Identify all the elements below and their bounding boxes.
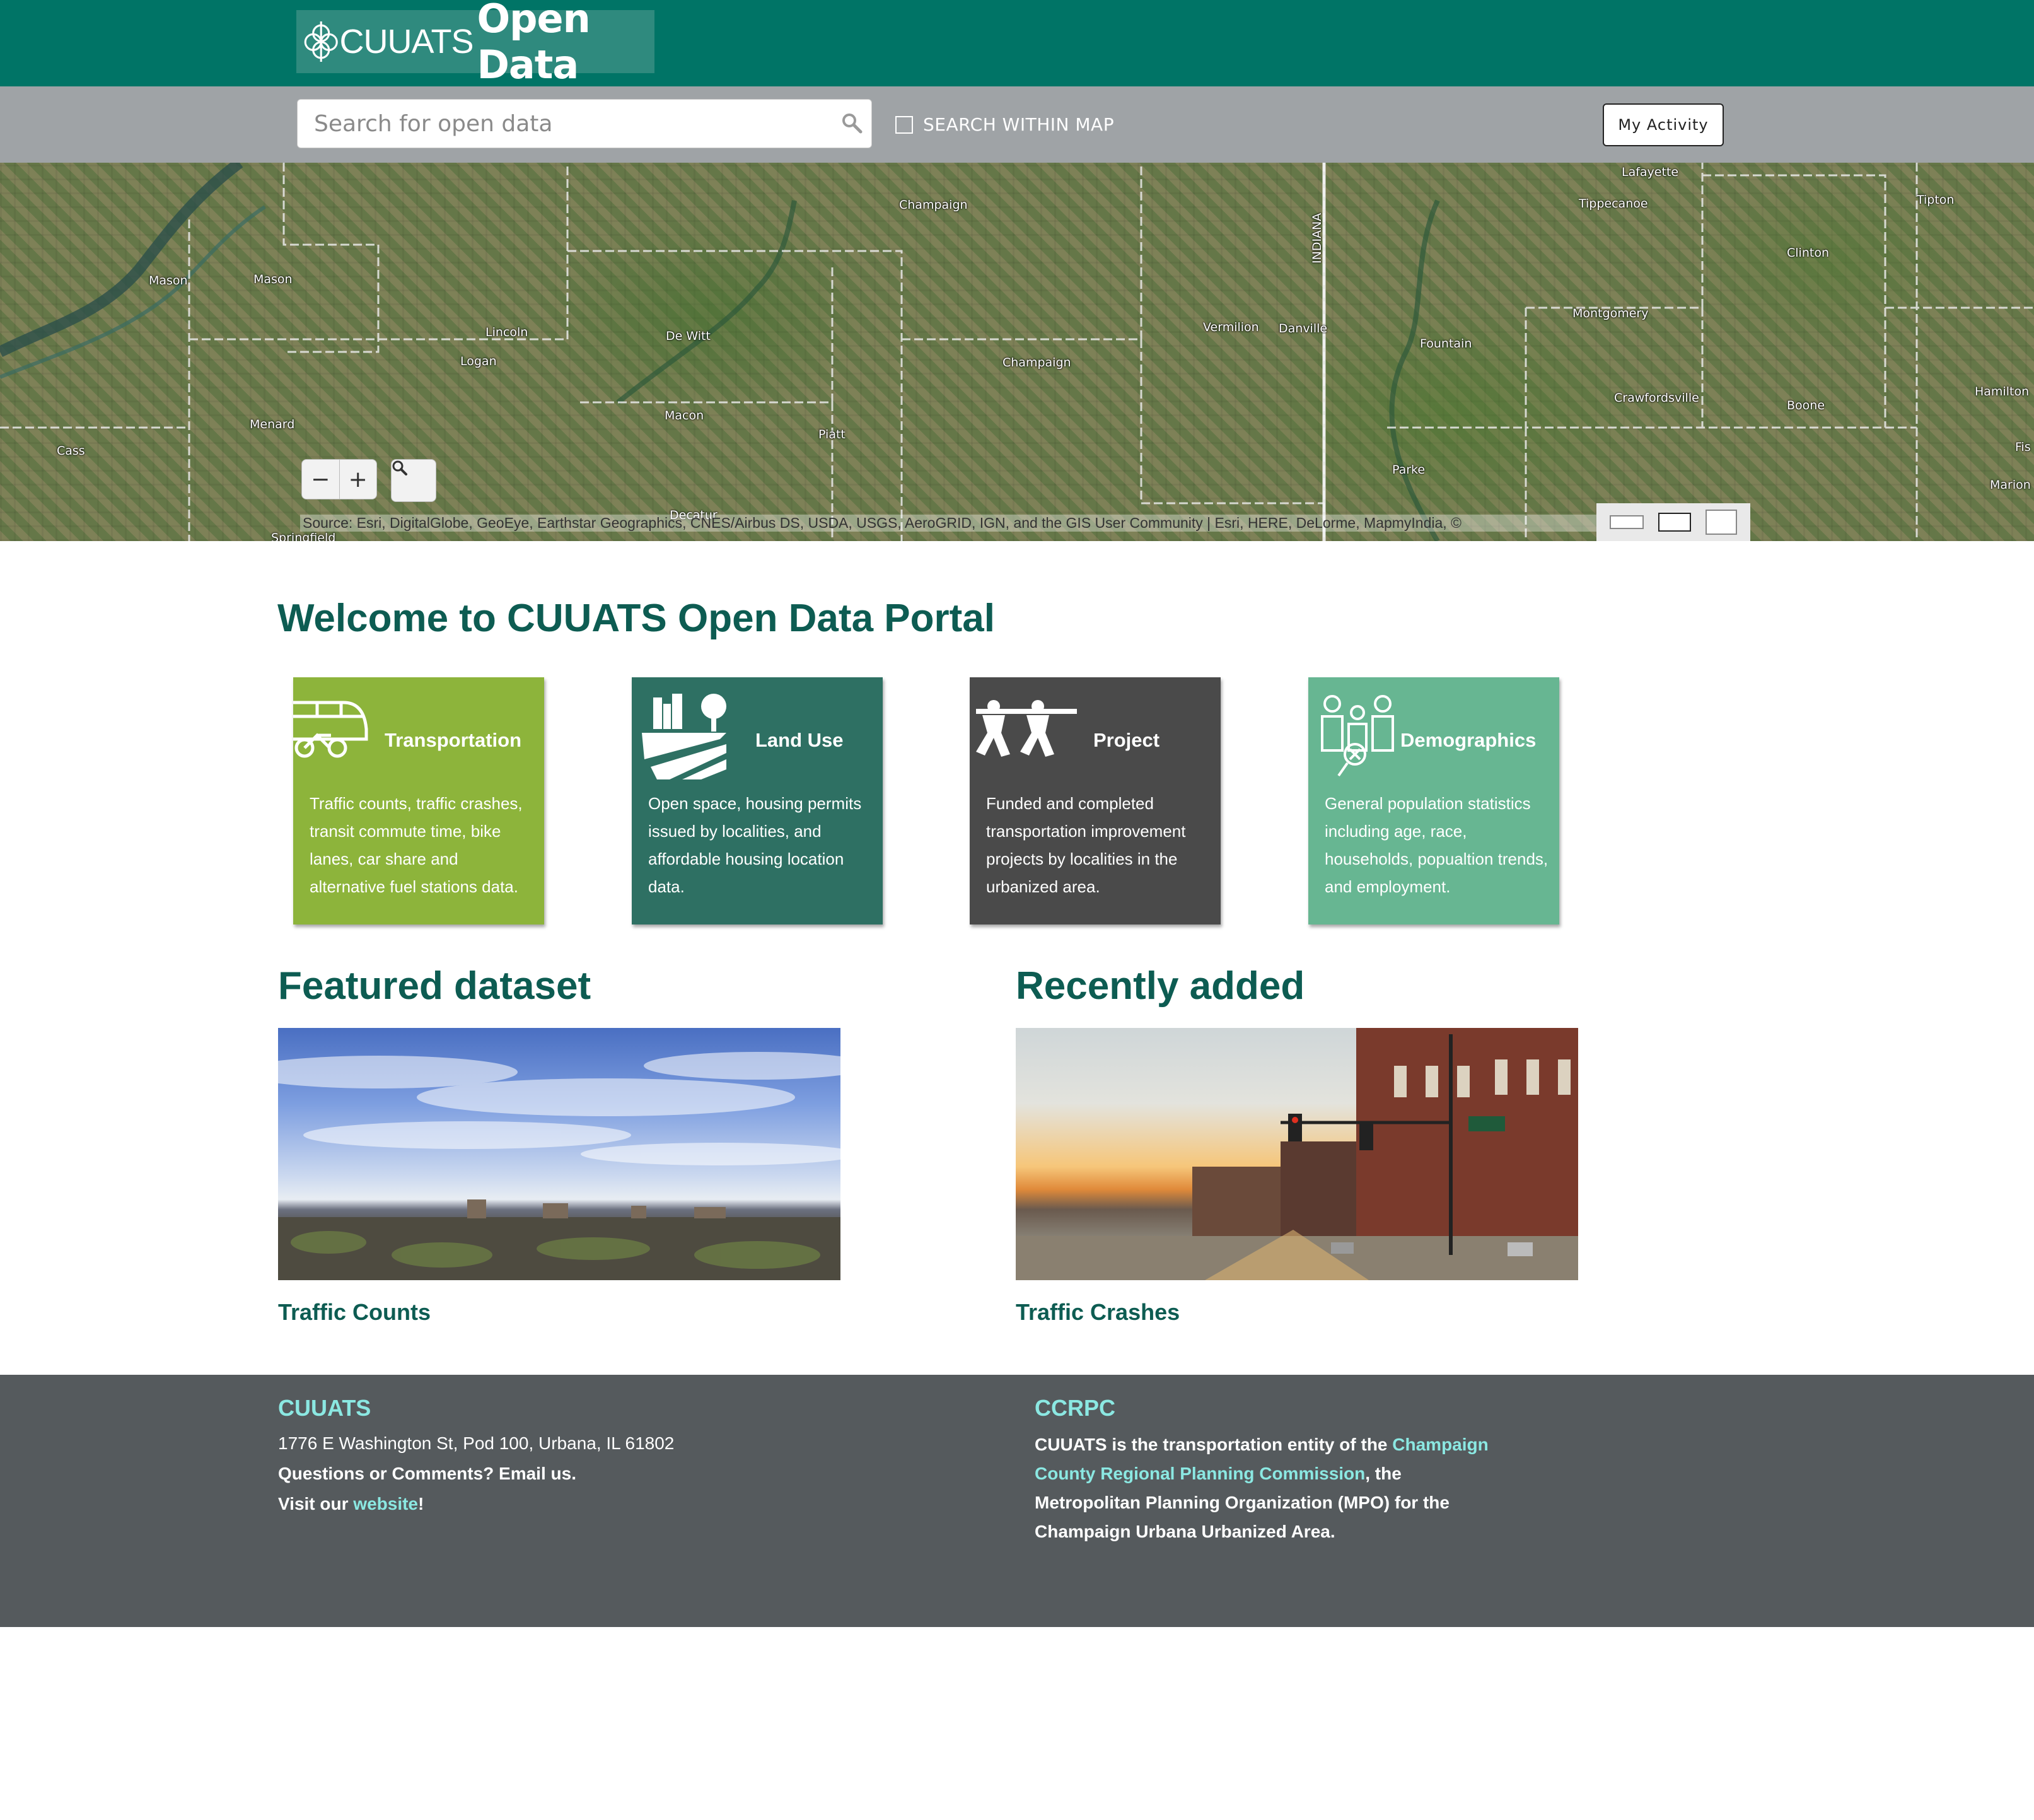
map-label: Springfield — [271, 531, 336, 541]
footer-ccrpc-line-2: County Regional Planning Commission, the — [1035, 1459, 1402, 1488]
people-icon — [1321, 695, 1394, 777]
featured-dataset-image[interactable] — [278, 1028, 840, 1280]
map-label: Hamilton — [1975, 385, 2030, 399]
search-box — [297, 99, 872, 148]
search-input[interactable] — [298, 110, 815, 137]
map-label: Parke — [1392, 463, 1426, 477]
category-description: Open space, housing permits issued by lo… — [648, 794, 862, 896]
footer-visit-suffix: ! — [418, 1494, 424, 1514]
map-label: Boone — [1787, 399, 1825, 412]
map-search-button[interactable] — [391, 459, 436, 502]
zoom-in-button[interactable]: + — [339, 460, 377, 499]
map-label: Champaign — [899, 198, 968, 212]
map-label: Cass — [57, 444, 85, 458]
map-label: Fis — [2015, 440, 2031, 454]
category-title: Transportation — [385, 729, 522, 751]
map-label: Marion — [1990, 478, 2031, 492]
category-title: Land Use — [755, 729, 844, 751]
footer-cuuats-heading: CUUATS — [278, 1395, 371, 1421]
map-label: Fountain — [1420, 337, 1472, 351]
featured-dataset-heading: Featured dataset — [278, 964, 591, 1008]
search-within-map-toggle[interactable]: SEARCH WITHIN MAP — [895, 114, 1114, 135]
map-label: Macon — [665, 409, 704, 423]
map-label: Crawfordsville — [1614, 391, 1699, 405]
map-label: Tipton — [1917, 193, 1955, 207]
footer-ccrpc-line-3: Metropolitan Planning Organization (MPO)… — [1035, 1493, 1450, 1512]
category-card-demographics[interactable]: Demographics General population statisti… — [1308, 677, 1559, 925]
downtown-street-photo — [1016, 1028, 1578, 1280]
map-label: Champaign — [1002, 356, 1071, 370]
category-description: Traffic counts, traffic crashes, transit… — [310, 794, 523, 896]
footer-ccrpc-text: CUUATS is the transportation entity of t… — [1035, 1435, 1393, 1454]
map-label: INDIANA — [1310, 213, 1324, 264]
map-label: Lafayette — [1622, 165, 1679, 179]
map-label: Menard — [250, 417, 295, 431]
map-label: Mason — [149, 274, 188, 288]
logo-cuuats-text: CUUATS — [339, 23, 474, 61]
basemap-option-streets[interactable] — [1610, 515, 1644, 529]
footer-ccrpc-line-1: CUUATS is the transportation entity of t… — [1035, 1430, 1489, 1459]
map-label: Danville — [1279, 322, 1328, 335]
ccrpc-link-continued[interactable]: County Regional Planning Commission — [1035, 1464, 1365, 1483]
search-within-map-label: SEARCH WITHIN MAP — [923, 114, 1115, 135]
search-within-map-checkbox[interactable] — [895, 115, 913, 134]
website-link[interactable]: website — [353, 1494, 418, 1514]
workers-icon — [976, 700, 1077, 757]
my-activity-button[interactable]: My Activity — [1603, 103, 1724, 146]
footer-visit-prefix: Visit our — [278, 1494, 354, 1514]
clover-logo-icon — [304, 21, 338, 62]
footer-ccrpc-text: , the — [1365, 1464, 1402, 1483]
recently-added-link[interactable]: Traffic Crashes — [1016, 1299, 1180, 1326]
map-label: Piatt — [818, 428, 846, 441]
map-attribution: Source: Esri, DigitalGlobe, GeoEye, Eart… — [300, 515, 1599, 532]
map-view[interactable]: Lafayette Tippecanoe Tipton Champaign Cl… — [0, 163, 2034, 541]
page-title: Welcome to CUUATS Open Data Portal — [277, 597, 995, 640]
recently-added-heading: Recently added — [1016, 964, 1305, 1008]
category-description: General population statistics including … — [1325, 794, 1549, 896]
site-logo[interactable]: CUUATS Open Data — [296, 0, 654, 88]
map-label: Vermilion — [1203, 320, 1259, 334]
basemap-switcher — [1596, 503, 1750, 541]
search-icon[interactable] — [841, 112, 863, 134]
map-label: Lincoln — [485, 325, 528, 339]
field-tree-icon — [642, 694, 726, 779]
featured-dataset-link[interactable]: Traffic Counts — [278, 1299, 431, 1326]
category-card-transportation[interactable]: Transportation Traffic counts, traffic c… — [293, 677, 544, 925]
map-label: Clinton — [1787, 246, 1829, 260]
site-footer: CUUATS 1776 E Washington St, Pod 100, Ur… — [0, 1375, 2034, 1627]
footer-visit: Visit our website! — [278, 1490, 424, 1519]
basemap-option-topo[interactable] — [1705, 510, 1737, 535]
bus-bicycle-icon — [293, 701, 368, 758]
footer-ccrpc-heading: CCRPC — [1035, 1395, 1116, 1421]
category-card-land-use[interactable]: Land Use Open space, housing permits iss… — [632, 677, 883, 925]
basemap-option-imagery[interactable] — [1658, 513, 1691, 532]
footer-address: 1776 E Washington St, Pod 100, Urbana, I… — [278, 1433, 675, 1453]
footer-ccrpc-line-4: Champaign Urbana Urbanized Area. — [1035, 1522, 1335, 1541]
top-header: CUUATS Open Data — [0, 0, 2034, 88]
category-title: Demographics — [1400, 729, 1537, 751]
logo-open-data-text: Open Data — [477, 0, 590, 88]
ccrpc-link[interactable]: Champaign — [1392, 1435, 1488, 1454]
map-label: Tippecanoe — [1579, 197, 1648, 211]
map-label: Mason — [253, 272, 293, 286]
zoom-control: − + — [301, 459, 377, 499]
search-bar: SEARCH WITHIN MAP My Activity — [0, 86, 2034, 163]
footer-questions: Questions or Comments? Email us. — [278, 1464, 576, 1483]
recently-added-image[interactable] — [1016, 1028, 1578, 1280]
city-skyline-photo — [278, 1052, 840, 1280]
map-label: Montgomery — [1572, 306, 1649, 320]
category-card-project[interactable]: Project Funded and completed transportat… — [970, 677, 1221, 925]
category-description: Funded and completed transportation impr… — [986, 794, 1186, 896]
category-title: Project — [1093, 729, 1160, 751]
map-label: De Witt — [666, 329, 711, 343]
magnifier-icon — [392, 460, 407, 475]
map-label: Logan — [460, 354, 497, 368]
zoom-out-button[interactable]: − — [302, 460, 339, 499]
